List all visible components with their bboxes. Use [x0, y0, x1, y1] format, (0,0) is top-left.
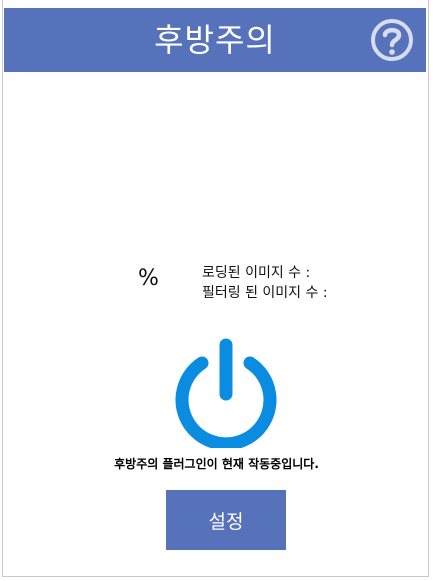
settings-button[interactable]: 설정 — [166, 490, 286, 550]
question-circle-icon — [371, 19, 413, 61]
power-icon — [175, 338, 277, 451]
plugin-status-text: 후방주의 플러그인이 현재 작동중입니다. — [114, 457, 319, 471]
app-title: 후방주의 — [154, 21, 276, 59]
stats-panel: % 로딩된 이미지 수 : 필터링 된 이미지 수 : — [0, 258, 433, 308]
help-button[interactable] — [368, 16, 416, 64]
header-bar: 후방주의 — [4, 8, 426, 72]
power-toggle-button[interactable] — [172, 338, 280, 451]
filtered-images-count: 필터링 된 이미지 수 : — [202, 285, 328, 301]
loaded-images-count: 로딩된 이미지 수 : — [202, 265, 311, 281]
filter-percent: % — [138, 266, 159, 291]
